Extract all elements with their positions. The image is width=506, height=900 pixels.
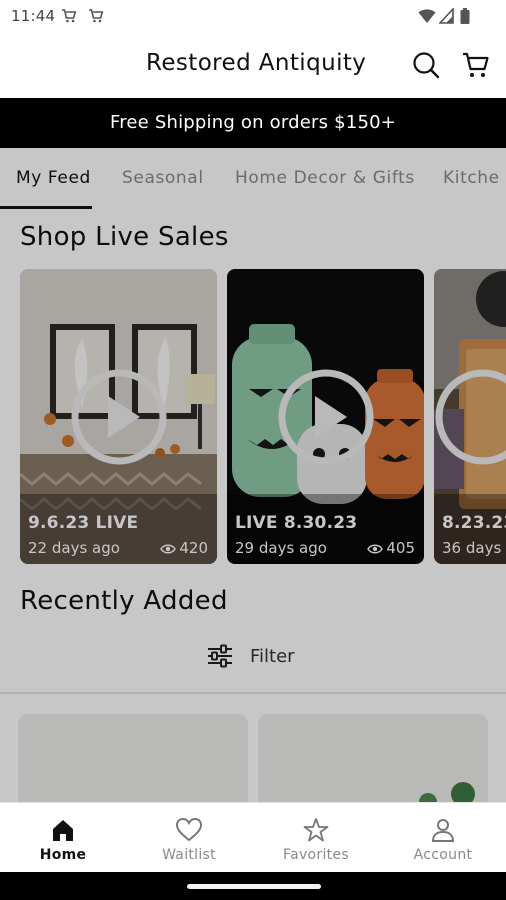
tab-my-feed[interactable]: My Feed [16, 168, 91, 188]
home-icon [53, 820, 73, 841]
nav-account[interactable]: Account [380, 803, 506, 873]
filter-button[interactable]: Filter [206, 644, 295, 670]
tab-home-decor-gifts[interactable]: Home Decor & Gifts [235, 168, 415, 188]
heart-icon [176, 817, 202, 842]
filter-label: Filter [250, 646, 295, 667]
home-gesture-handle[interactable] [187, 884, 321, 889]
store-title: Restored Antiquity [146, 50, 367, 76]
cart-button[interactable] [460, 49, 492, 81]
live-sale-age: 36 days [442, 539, 502, 557]
product-image [258, 714, 488, 802]
eye-icon [367, 544, 384, 554]
eye-icon [160, 544, 177, 554]
battery-icon [460, 8, 470, 24]
nav-home[interactable]: Home [0, 803, 126, 873]
cart-notification-icon [89, 9, 104, 23]
status-time: 11:44 [11, 7, 56, 25]
nav-label: Waitlist [162, 847, 216, 863]
play-icon [435, 369, 506, 464]
bottom-navigation: Home Waitlist Favorites Account [0, 802, 506, 872]
wifi-icon [418, 9, 436, 23]
cart-icon [463, 52, 489, 77]
nav-favorites[interactable]: Favorites [253, 803, 379, 873]
divider [0, 692, 506, 694]
live-sale-date: 8.23.23 [442, 513, 506, 533]
star-icon [303, 818, 329, 842]
nav-waitlist[interactable]: Waitlist [126, 803, 252, 873]
tab-kitchen[interactable]: Kitche [443, 168, 500, 188]
live-sale-date: LIVE 8.30.23 [235, 513, 358, 533]
play-icon [71, 369, 166, 464]
nav-label: Account [413, 847, 473, 863]
app-header: Restored Antiquity [0, 32, 506, 98]
person-icon [431, 819, 455, 842]
product-card[interactable] [258, 714, 488, 802]
live-sale-card[interactable]: LIVE 8.30.23 29 days ago 405 [227, 269, 424, 564]
category-tabs: My Feed Seasonal Home Decor & Gifts Kitc… [0, 148, 506, 210]
sliders-icon [208, 644, 232, 668]
view-count: 420 [160, 539, 208, 557]
live-sale-date: 9.6.23 LIVE [28, 513, 139, 533]
product-card[interactable] [18, 714, 248, 802]
live-sale-age: 22 days ago [28, 539, 120, 557]
search-icon [413, 52, 440, 79]
active-tab-indicator [0, 206, 92, 209]
view-count-value: 420 [179, 539, 208, 557]
view-count: 405 [367, 539, 415, 557]
signal-icon [439, 8, 454, 24]
nav-label: Home [39, 847, 87, 863]
feed-content: Shop Live Sales 9.6.23 LIVE 22 days ago [0, 210, 506, 802]
search-button[interactable] [410, 49, 442, 81]
live-sale-age: 29 days ago [235, 539, 327, 557]
play-icon [278, 369, 373, 464]
view-count-value: 405 [386, 539, 415, 557]
tab-seasonal[interactable]: Seasonal [122, 168, 204, 188]
live-sales-heading: Shop Live Sales [20, 222, 229, 252]
recently-added-heading: Recently Added [20, 586, 228, 616]
live-sale-card[interactable]: 9.6.23 LIVE 22 days ago 420 [20, 269, 217, 564]
promo-banner[interactable]: Free Shipping on orders $150+ [0, 98, 506, 148]
live-sale-card[interactable]: 8.23.23 36 days [434, 269, 506, 564]
nav-label: Favorites [283, 847, 349, 863]
gesture-bar [0, 872, 506, 900]
cart-notification-icon [62, 9, 77, 23]
status-bar: 11:44 [0, 0, 506, 32]
